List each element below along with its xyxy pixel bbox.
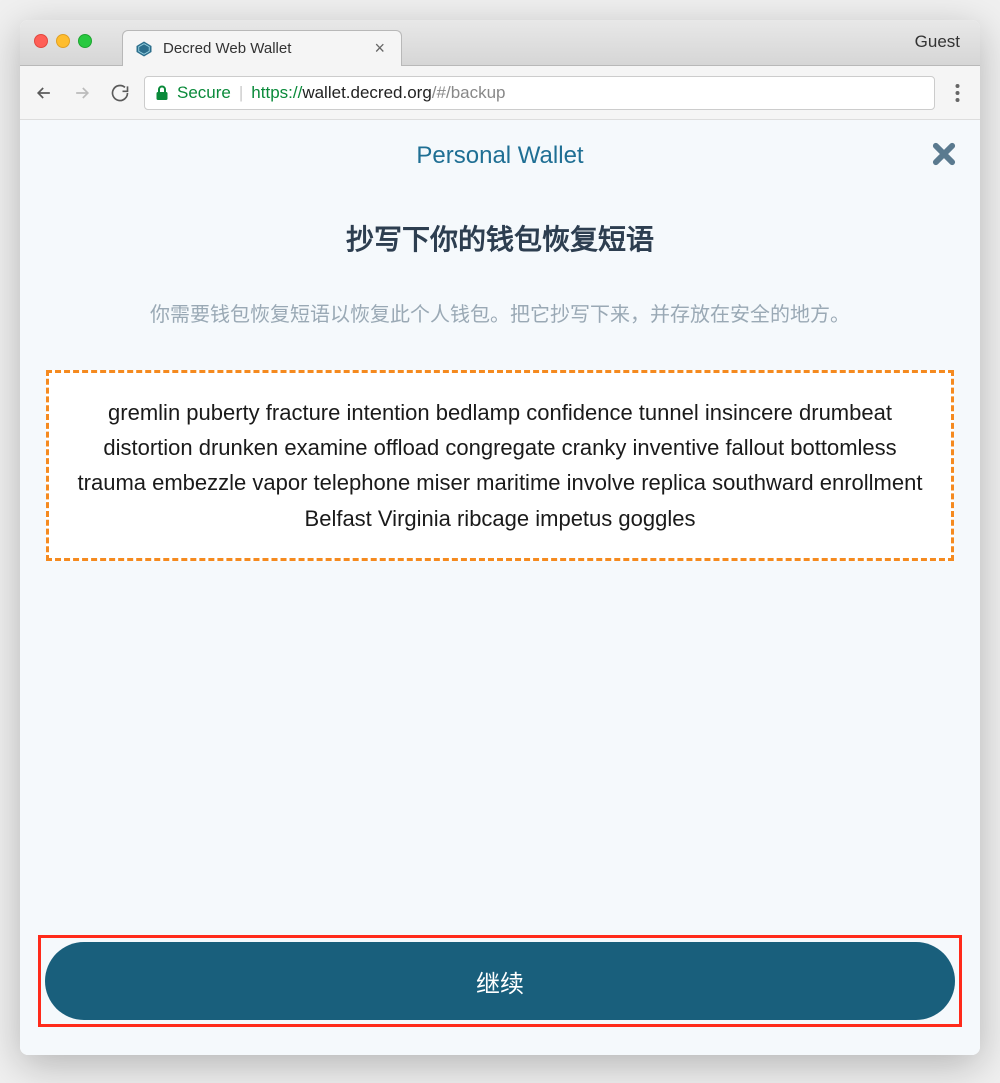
browser-tab[interactable]: Decred Web Wallet × [122, 30, 402, 66]
wallet-title: Personal Wallet [40, 142, 960, 170]
seed-phrase-box: gremlin puberty fracture intention bedla… [46, 370, 954, 561]
forward-button [72, 83, 92, 103]
tab-close-icon[interactable]: × [370, 38, 389, 59]
tab-title: Decred Web Wallet [163, 40, 360, 57]
continue-highlight: 继续 [38, 935, 962, 1027]
nav-buttons [34, 83, 130, 103]
window-controls [34, 34, 92, 48]
url-path: /#/backup [432, 83, 506, 102]
profile-label[interactable]: Guest [915, 32, 960, 52]
minimize-window-button[interactable] [56, 34, 70, 48]
browser-toolbar: Secure | https://wallet.decred.org/#/bac… [20, 66, 980, 120]
secure-indicator: Secure [177, 83, 231, 103]
tab-bar: Decred Web Wallet × Guest [20, 20, 980, 66]
lock-icon [155, 85, 169, 101]
close-icon[interactable] [930, 140, 958, 173]
url-protocol: https:// [251, 83, 302, 102]
page-content: Personal Wallet 抄写下你的钱包恢复短语 你需要钱包恢复短语以恢复… [20, 120, 980, 1055]
url-divider: | [239, 83, 243, 103]
url-host: wallet.decred.org [302, 83, 431, 102]
reload-button[interactable] [110, 83, 130, 103]
page-instructions: 你需要钱包恢复短语以恢复此个人钱包。把它抄写下来，并存放在安全的地方。 [20, 298, 980, 332]
page-header: Personal Wallet [20, 120, 980, 180]
back-button[interactable] [34, 83, 54, 103]
maximize-window-button[interactable] [78, 34, 92, 48]
url-text: https://wallet.decred.org/#/backup [251, 83, 505, 103]
continue-button[interactable]: 继续 [45, 942, 955, 1020]
browser-window: Decred Web Wallet × Guest Secure | https… [20, 20, 980, 1055]
address-bar[interactable]: Secure | https://wallet.decred.org/#/bac… [144, 76, 935, 110]
spacer [20, 561, 980, 935]
page-heading: 抄写下你的钱包恢复短语 [20, 218, 980, 258]
close-window-button[interactable] [34, 34, 48, 48]
browser-menu-button[interactable] [949, 83, 966, 103]
decred-favicon-icon [135, 40, 153, 58]
